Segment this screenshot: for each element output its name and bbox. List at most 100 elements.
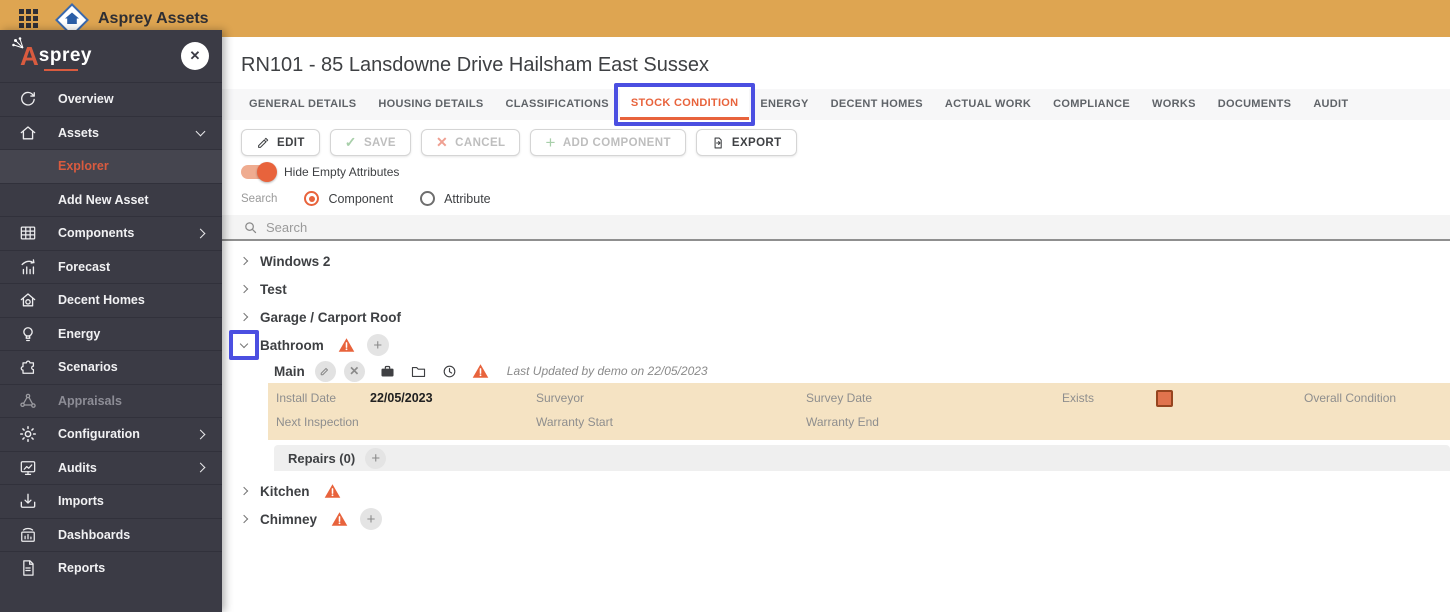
import-icon (17, 490, 39, 512)
add-bathroom-record-button[interactable]: + (366, 334, 389, 356)
decent-homes-icon (17, 289, 39, 311)
sidebar-item-overview[interactable]: Overview (0, 82, 222, 116)
toggle-label: Hide Empty Attributes (284, 165, 400, 179)
sidebar-item-imports[interactable]: Imports (0, 484, 222, 518)
sidebar-nav: Asprey ✕ Overview Assets Explorer Add Ne… (0, 30, 222, 612)
pencil-icon (258, 137, 269, 148)
tree-item-kitchen[interactable]: Kitchen (222, 477, 1450, 505)
delete-main-button[interactable]: ✕ (343, 360, 365, 382)
app-grid-icon[interactable] (19, 9, 38, 28)
warning-icon (324, 483, 341, 499)
audit-chart-icon (17, 457, 39, 479)
add-component-button[interactable]: + ADD COMPONENT (530, 129, 686, 156)
bathroom-expander-icon[interactable] (236, 337, 252, 353)
edit-button[interactable]: EDIT (241, 129, 320, 156)
tab-stock-condition[interactable]: STOCK CONDITION (619, 89, 750, 120)
chevron-right-icon (195, 429, 206, 440)
last-updated-text: Last Updated by demo on 22/05/2023 (506, 364, 708, 378)
tab-decent-homes[interactable]: DECENT HOMES (820, 89, 934, 120)
search-label: Search (241, 192, 278, 205)
search-input[interactable] (266, 219, 1166, 235)
field-warranty-end: Warranty End (806, 415, 879, 429)
warning-icon (331, 511, 348, 527)
sidebar-item-explorer[interactable]: Explorer (0, 149, 222, 183)
briefcase-icon[interactable] (379, 363, 396, 380)
search-icon (245, 221, 257, 233)
expander-icon[interactable] (236, 483, 252, 499)
install-date-value: 22/05/2023 (370, 391, 433, 405)
field-warranty-start: Warranty Start (536, 415, 613, 429)
toolbar: EDIT ✓ SAVE ✕ CANCEL + ADD COMPONENT EXP… (241, 129, 1450, 156)
tree-item-windows-2[interactable]: Windows 2 (222, 247, 1450, 275)
repairs-section-header[interactable]: Repairs (0) + (274, 445, 1450, 471)
tab-audit[interactable]: AUDIT (1302, 89, 1359, 120)
radio-attribute[interactable]: Attribute (420, 191, 491, 206)
tab-works[interactable]: WORKS (1141, 89, 1207, 120)
expander-icon[interactable] (236, 511, 252, 527)
overview-icon (17, 88, 39, 110)
hide-empty-attributes-toggle[interactable] (241, 162, 277, 182)
sidebar-item-audits[interactable]: Audits (0, 450, 222, 485)
tab-actual-work[interactable]: ACTUAL WORK (934, 89, 1042, 120)
export-button[interactable]: EXPORT (695, 129, 797, 156)
sidebar-item-configuration[interactable]: Configuration (0, 417, 222, 451)
pencil-icon (320, 367, 329, 376)
repairs-label: Repairs (0) (288, 450, 356, 466)
sidebar-item-decent-homes[interactable]: Decent Homes (0, 283, 222, 317)
page-title: RN101 - 85 Lansdowne Drive Hailsham East… (241, 54, 709, 76)
sidebar-item-reports[interactable]: Reports (0, 551, 222, 585)
field-install-date: Install Date 22/05/2023 (276, 391, 433, 405)
expander-icon[interactable] (236, 253, 252, 269)
attributes-panel: Install Date 22/05/2023 Surveyor Survey … (268, 383, 1450, 440)
expander-icon[interactable] (236, 309, 252, 325)
add-repair-button[interactable]: + (365, 447, 387, 469)
tab-documents[interactable]: DOCUMENTS (1207, 89, 1303, 120)
radio-unselected-icon (420, 191, 436, 206)
expander-icon[interactable] (236, 281, 252, 297)
field-survey-date: Survey Date (806, 391, 873, 405)
sidebar-item-scenarios[interactable]: Scenarios (0, 350, 222, 384)
sidebar-close-button[interactable]: ✕ (181, 42, 209, 70)
gear-icon (17, 423, 39, 445)
network-icon (17, 390, 39, 412)
sidebar-item-components[interactable]: Components (0, 216, 222, 250)
sparkle-icon (12, 37, 24, 49)
tab-housing-details[interactable]: HOUSING DETAILS (367, 89, 494, 120)
check-icon: ✓ (344, 134, 357, 150)
exists-checkbox[interactable] (1156, 389, 1173, 407)
sidebar-item-appraisals[interactable]: Appraisals (0, 383, 222, 418)
tab-energy[interactable]: ENERGY (749, 89, 819, 120)
bulb-icon (17, 323, 39, 345)
save-button[interactable]: ✓ SAVE (329, 129, 412, 156)
forecast-icon (17, 256, 39, 278)
add-chimney-record-button[interactable]: + (360, 508, 383, 530)
sidebar-item-dashboards[interactable]: Dashboards (0, 517, 222, 552)
chevron-right-icon (195, 228, 206, 239)
tab-classifications[interactable]: CLASSIFICATIONS (495, 89, 620, 120)
edit-main-button[interactable] (314, 360, 336, 382)
tree-item-garage-carport-roof[interactable]: Garage / Carport Roof (222, 303, 1450, 331)
tree-item-bathroom[interactable]: Bathroom + (222, 331, 1450, 359)
cancel-button[interactable]: ✕ CANCEL (421, 129, 521, 156)
tree-item-test[interactable]: Test (222, 275, 1450, 303)
warning-icon (338, 337, 355, 353)
main-content: RN101 - 85 Lansdowne Drive Hailsham East… (222, 37, 1450, 612)
plus-icon: + (545, 132, 556, 152)
warning-icon (472, 363, 489, 379)
search-field-wrap (222, 215, 1450, 241)
component-main-row: Main ✕ Last Updated by demo on 22/05/202… (222, 359, 1450, 383)
clock-icon[interactable] (441, 363, 458, 380)
tab-compliance[interactable]: COMPLIANCE (1042, 89, 1141, 120)
folder-icon[interactable] (410, 363, 427, 380)
chevron-right-icon (195, 462, 206, 473)
sidebar-item-add-new-asset[interactable]: Add New Asset (0, 182, 222, 217)
tree-item-chimney[interactable]: Chimney + (222, 505, 1450, 533)
radio-component[interactable]: Component (304, 191, 393, 206)
sidebar-item-energy[interactable]: Energy (0, 316, 222, 351)
dashboard-icon (17, 524, 39, 546)
tab-general-details[interactable]: GENERAL DETAILS (238, 89, 367, 120)
field-exists: Exists (1062, 389, 1304, 407)
tab-bar: GENERAL DETAILS HOUSING DETAILS CLASSIFI… (222, 89, 1450, 120)
sidebar-item-forecast[interactable]: Forecast (0, 249, 222, 284)
sidebar-item-assets[interactable]: Assets (0, 115, 222, 150)
